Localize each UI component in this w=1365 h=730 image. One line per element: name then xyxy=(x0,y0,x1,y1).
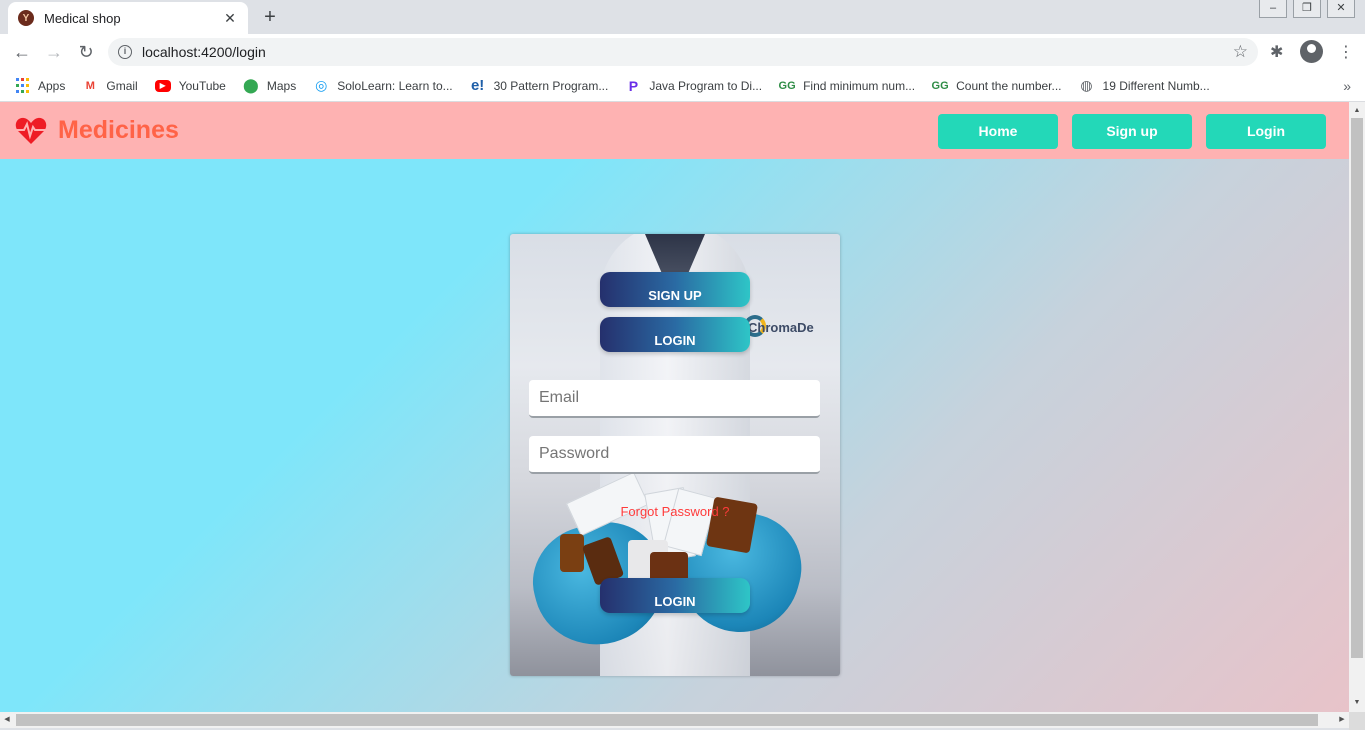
login-nav-button[interactable]: Login xyxy=(1206,114,1326,149)
scrollbar-corner xyxy=(1349,712,1365,730)
bookmark-label: Java Program to Di... xyxy=(649,78,763,93)
password-field[interactable] xyxy=(529,436,820,474)
bookmark-label: Count the number... xyxy=(956,78,1062,93)
bookmark-apps[interactable]: Apps xyxy=(14,78,65,94)
heartbeat-icon xyxy=(15,117,47,144)
bookmark-label: Maps xyxy=(266,78,297,93)
maps-icon: ⬤ xyxy=(243,77,259,93)
page-viewport: Medicines Home Sign up Login ChromaDe SI… xyxy=(0,102,1349,712)
gmail-icon: M xyxy=(85,79,95,92)
apps-grid-icon xyxy=(14,78,30,94)
login-toggle-button[interactable]: LOGIN xyxy=(600,317,750,352)
email-field[interactable] xyxy=(529,380,820,418)
new-tab-button[interactable]: + xyxy=(258,6,282,28)
sololearn-icon: ◎ xyxy=(315,77,328,93)
bookmark-different-numbers[interactable]: ◍ 19 Different Numb... xyxy=(1079,77,1210,94)
globe-icon: ◍ xyxy=(1080,77,1093,93)
bookmark-gmail[interactable]: M Gmail xyxy=(82,78,138,94)
tab-strip: Y Medical shop ✕ + – ❐ ✕ xyxy=(0,0,1365,34)
programiz-icon: P xyxy=(628,77,639,94)
browser-menu-icon[interactable]: ⋮ xyxy=(1338,42,1354,62)
home-button[interactable]: Home xyxy=(938,114,1058,149)
bookmark-label: SoloLearn: Learn to... xyxy=(337,78,453,93)
more-bookmarks-icon[interactable]: » xyxy=(1343,78,1351,94)
bookmark-java-program[interactable]: P Java Program to Di... xyxy=(625,78,762,94)
tab-favicon-icon: Y xyxy=(18,10,34,26)
bookmark-sololearn[interactable]: ◎ SoloLearn: Learn to... xyxy=(313,77,453,94)
restore-window-button[interactable]: ❐ xyxy=(1293,0,1321,18)
vertical-scroll-thumb[interactable] xyxy=(1351,118,1363,658)
scroll-right-arrow-icon[interactable]: ▶ xyxy=(1335,712,1349,728)
horizontal-scroll-thumb[interactable] xyxy=(16,714,1318,726)
bookmark-star-icon[interactable]: ☆ xyxy=(1233,42,1248,62)
geeksforgeeks-icon: GG xyxy=(931,79,949,92)
bookmark-label: Apps xyxy=(38,78,66,93)
brand[interactable]: Medicines xyxy=(15,116,179,145)
bookmark-label: YouTube xyxy=(178,78,226,93)
bookmark-label: Find minimum num... xyxy=(803,78,916,93)
signup-toggle-button[interactable]: SIGN UP xyxy=(600,272,750,307)
site-info-icon[interactable]: i xyxy=(118,45,132,59)
bookmark-pattern-programs[interactable]: e! 30 Pattern Program... xyxy=(470,77,609,94)
minimize-window-button[interactable]: – xyxy=(1259,0,1287,18)
url-text: localhost:4200/login xyxy=(142,44,266,60)
address-bar[interactable]: i localhost:4200/login ☆ xyxy=(108,38,1258,66)
signup-nav-button[interactable]: Sign up xyxy=(1072,114,1192,149)
edureka-icon: e! xyxy=(470,77,485,94)
browser-toolbar: ← → ↻ i localhost:4200/login ☆ ✱ ⋮ xyxy=(0,34,1365,70)
window-controls: – ❐ ✕ xyxy=(1253,0,1355,18)
geeksforgeeks-icon: GG xyxy=(778,79,796,92)
login-card: ChromaDe SIGN UP LOGIN Forgot Password ?… xyxy=(510,234,840,676)
extensions-puzzle-icon[interactable]: ✱ xyxy=(1270,42,1283,62)
reload-icon[interactable]: ↻ xyxy=(70,36,102,68)
horizontal-scrollbar[interactable]: ◀ ▶ xyxy=(0,712,1349,728)
site-navbar: Medicines Home Sign up Login xyxy=(0,102,1349,159)
brand-name: Medicines xyxy=(58,116,179,144)
bookmark-label: Gmail xyxy=(106,78,138,93)
forward-arrow-icon[interactable]: → xyxy=(38,36,70,68)
scroll-up-arrow-icon[interactable]: ▲ xyxy=(1349,104,1365,118)
bookmark-label: 30 Pattern Program... xyxy=(493,78,609,93)
browser-tab[interactable]: Y Medical shop ✕ xyxy=(8,2,248,34)
youtube-icon: ▶ xyxy=(154,79,171,92)
medicine-bottle-image xyxy=(560,534,584,572)
bookmark-youtube[interactable]: ▶ YouTube xyxy=(154,78,226,93)
close-window-button[interactable]: ✕ xyxy=(1327,0,1355,18)
scroll-down-arrow-icon[interactable]: ▼ xyxy=(1349,696,1365,710)
scroll-left-arrow-icon[interactable]: ◀ xyxy=(0,712,14,728)
bookmark-count-number[interactable]: GG Count the number... xyxy=(931,78,1062,94)
background-brand-text: ChromaDe xyxy=(748,320,814,335)
bookmark-maps[interactable]: ⬤ Maps xyxy=(243,77,297,94)
forgot-password-link[interactable]: Forgot Password ? xyxy=(510,504,840,519)
login-submit-button[interactable]: LOGIN xyxy=(600,578,750,613)
bookmark-find-minimum[interactable]: GG Find minimum num... xyxy=(778,78,916,94)
bookmarks-bar: Apps M Gmail ▶ YouTube ⬤ Maps ◎ SoloLear… xyxy=(0,70,1365,102)
vertical-scrollbar[interactable]: ▲ ▼ xyxy=(1349,102,1365,712)
tab-title: Medical shop xyxy=(44,10,121,26)
profile-avatar-icon[interactable] xyxy=(1300,40,1323,63)
close-tab-icon[interactable]: ✕ xyxy=(222,10,238,27)
bookmark-label: 19 Different Numb... xyxy=(1102,78,1210,93)
back-arrow-icon[interactable]: ← xyxy=(6,36,38,68)
